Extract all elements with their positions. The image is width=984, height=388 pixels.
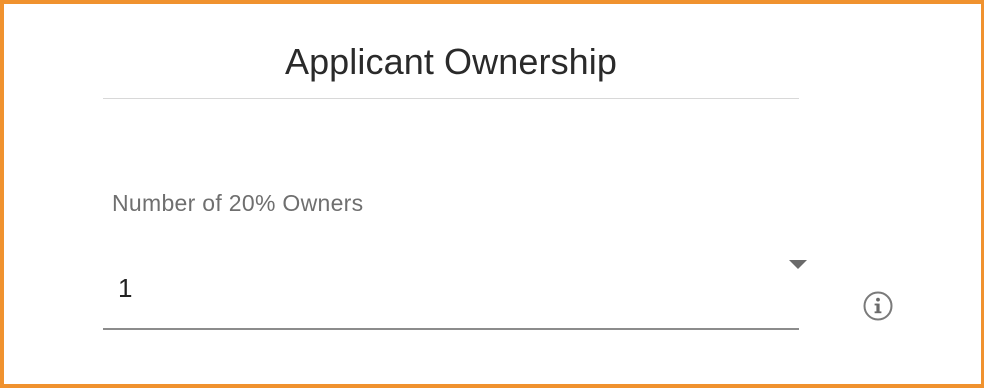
ownership-panel: Applicant Ownership Number of 20% Owners… [0, 0, 984, 388]
caret-down-icon[interactable] [789, 260, 807, 269]
select-underline [103, 328, 799, 330]
section-title: Applicant Ownership [284, 41, 618, 82]
owners-count-value: 1 [118, 273, 133, 303]
title-divider [103, 98, 799, 99]
owners-count-label: Number of 20% Owners [112, 190, 364, 216]
owners-count-select[interactable]: 1 [103, 248, 807, 330]
info-icon[interactable] [862, 290, 894, 322]
